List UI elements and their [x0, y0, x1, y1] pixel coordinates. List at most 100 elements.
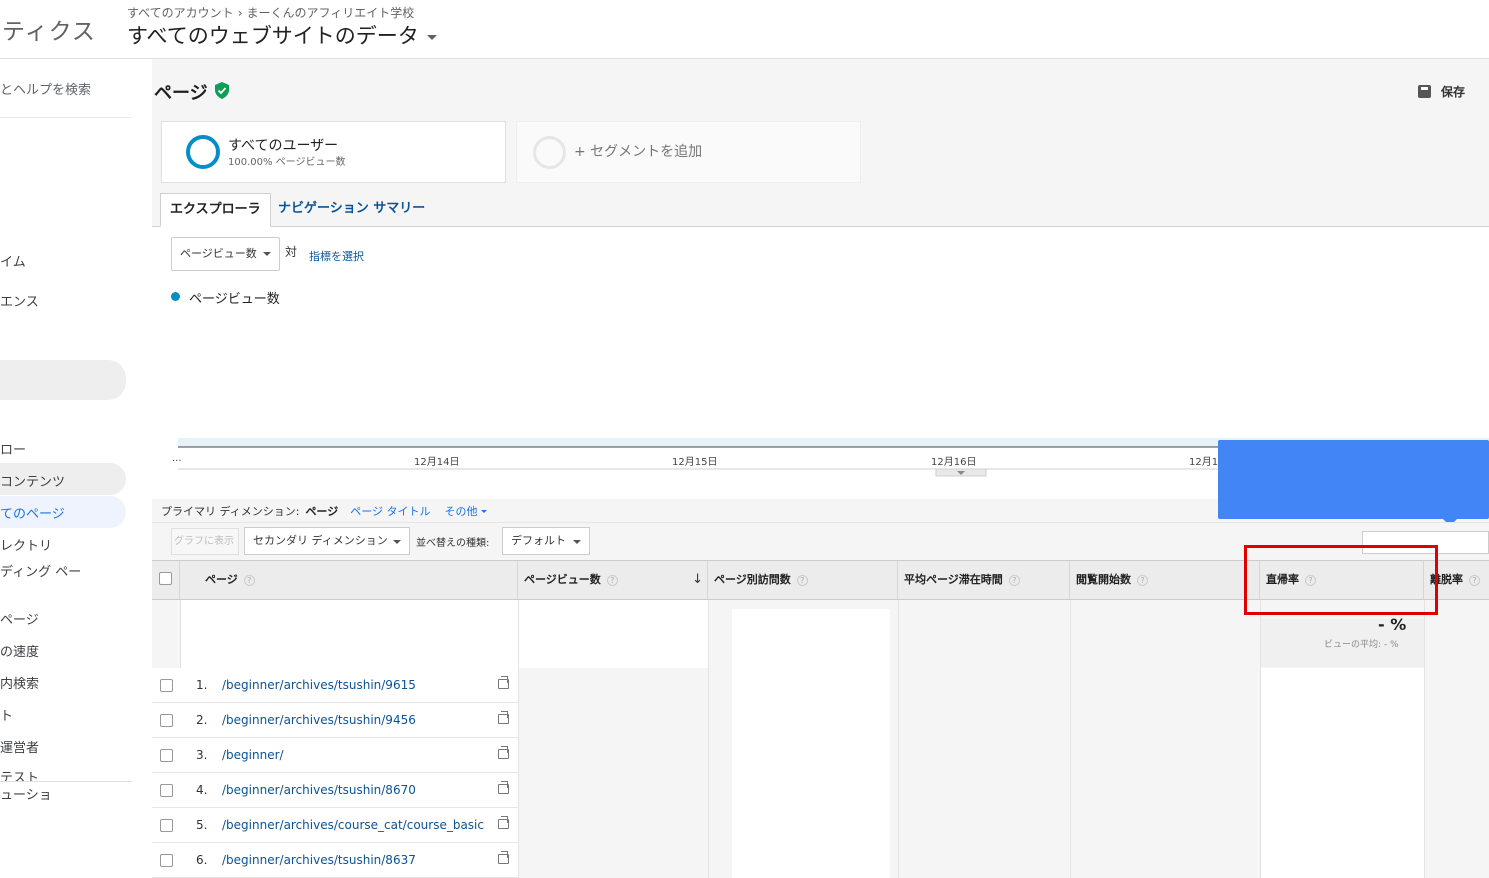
row-checkbox[interactable] — [160, 749, 173, 762]
breadcrumb-account[interactable]: すべてのアカウント — [127, 6, 234, 20]
table-row[interactable]: 1. /beginner/archives/tsushin/9615 — [152, 668, 518, 703]
chevron-down-icon — [573, 540, 581, 544]
table-search-input[interactable] — [1362, 531, 1489, 554]
row-page-link[interactable]: /beginner/archives/tsushin/8637 — [222, 853, 416, 867]
dimension-other-link[interactable]: その他 — [445, 505, 487, 518]
col-divider — [1070, 600, 1071, 878]
add-segment-button[interactable]: + セグメントを追加 — [516, 121, 861, 183]
sidebar-item-audience[interactable]: エンス — [0, 291, 39, 310]
primary-dimension-label: プライマリ ディメンション: — [161, 505, 300, 518]
sidebar-item-publisher[interactable]: 運営者 — [0, 737, 39, 756]
help-icon[interactable]: ? — [1137, 575, 1148, 586]
sidebar-item-exit-pages[interactable]: ページ — [0, 609, 39, 628]
sidebar-item-all-pages[interactable]: てのページ — [0, 503, 65, 522]
help-icon[interactable]: ? — [1008, 575, 1020, 586]
x-axis-tick-label: ... — [172, 453, 182, 464]
sidebar-pill-behavior[interactable] — [0, 360, 126, 400]
table-row[interactable]: 6. /beginner/archives/tsushin/8637 — [152, 843, 518, 878]
primary-dimension-current: ページ — [305, 505, 339, 518]
save-button[interactable]: 保存 — [1418, 83, 1465, 100]
x-axis-tick-label: 12月1 — [1189, 457, 1219, 468]
sidebar-item-experiments[interactable]: テスト — [0, 767, 39, 781]
x-axis-tick-label: 12月16日 — [931, 457, 977, 468]
sidebar-divider — [0, 117, 132, 118]
bounce-rate-column — [1260, 668, 1424, 878]
row-index: 1. — [196, 678, 208, 692]
select-all-cell[interactable] — [152, 561, 180, 599]
row-page-link[interactable]: /beginner/archives/tsushin/8670 — [222, 783, 416, 797]
table-row[interactable]: 2. /beginner/archives/tsushin/9456 — [152, 703, 518, 738]
row-page-link[interactable]: /beginner/ — [222, 748, 284, 762]
col-unique-pageviews[interactable]: ページ別訪問数? — [708, 561, 898, 599]
open-external-icon[interactable] — [498, 746, 509, 759]
row-page-link[interactable]: /beginner/archives/tsushin/9615 — [222, 678, 416, 692]
row-index: 6. — [196, 853, 208, 867]
row-checkbox[interactable] — [160, 854, 173, 867]
bounce-rate-summary: - % — [1378, 615, 1407, 634]
sort-type-label: 並べ替えの種類: — [416, 538, 490, 549]
sidebar-item-realtime[interactable]: イム — [0, 251, 26, 270]
col-divider — [1424, 600, 1425, 878]
col-avg-time[interactable]: 平均ページ滞在時間? — [898, 561, 1070, 599]
open-external-icon[interactable] — [498, 711, 509, 724]
row-index: 3. — [196, 748, 208, 762]
help-icon[interactable]: ? — [796, 575, 808, 586]
app-name: ティクス — [2, 19, 96, 45]
sort-type-value: デフォルト — [511, 534, 566, 547]
breadcrumb[interactable]: すべてのアカウント › まーくんのアフィリエイト学校 — [127, 4, 414, 21]
row-checkbox[interactable] — [160, 819, 173, 832]
secondary-dimension-label: セカンダリ ディメンション — [253, 534, 388, 547]
row-page-link[interactable]: /beginner/archives/tsushin/9456 — [222, 713, 416, 727]
sidebar-item-site-content[interactable]: コンテンツ — [0, 471, 65, 490]
segment-name: すべてのユーザー — [228, 138, 339, 154]
sort-type-select[interactable]: デフォルト — [502, 527, 590, 555]
sidebar-item-events[interactable]: ト — [0, 705, 13, 724]
col-entrances[interactable]: 閲覧開始数? — [1070, 561, 1260, 599]
report-main: ページ 保存 すべてのユーザー 100.00% ページビュー数 + セグメントを… — [152, 59, 1489, 878]
plot-rows-button[interactable]: グラフに表示 — [171, 528, 239, 555]
row-checkbox[interactable] — [160, 714, 173, 727]
page-title: ページ — [154, 83, 208, 104]
help-icon[interactable]: ? — [606, 575, 618, 586]
col-bounce-rate[interactable]: 直帰率? — [1260, 561, 1424, 599]
sidebar-item-site-search[interactable]: 内検索 — [0, 673, 39, 692]
col-exit-rate[interactable]: 離脱率? — [1424, 561, 1489, 599]
col-page[interactable]: ページ? — [180, 561, 518, 599]
sidebar-item-conversions[interactable]: ューショ — [0, 784, 52, 803]
tab-navigation-summary[interactable]: ナビゲーション サマリー — [269, 193, 434, 227]
add-segment-label: + セグメントを追加 — [574, 144, 703, 160]
pageviews-summary-cell — [518, 600, 708, 668]
open-external-icon[interactable] — [498, 781, 509, 794]
open-external-icon[interactable] — [498, 676, 509, 689]
open-external-icon[interactable] — [498, 851, 509, 864]
sidebar-item-behavior-flow[interactable]: ロー — [0, 439, 26, 458]
sidebar-item-landing-pages[interactable]: ディング ペー — [0, 561, 81, 580]
dimension-page-title-link[interactable]: ページ タイトル — [350, 505, 430, 518]
segment-all-users[interactable]: すべてのユーザー 100.00% ページビュー数 — [161, 121, 506, 183]
table-row[interactable]: 5. /beginner/archives/course_cat/course_… — [152, 808, 518, 843]
secondary-dimension-select[interactable]: セカンダリ ディメンション — [244, 527, 410, 555]
row-checkbox[interactable] — [160, 679, 173, 692]
table-row[interactable]: 4. /beginner/archives/tsushin/8670 — [152, 773, 518, 808]
sidebar-item-site-speed[interactable]: の速度 — [0, 641, 39, 660]
help-icon[interactable]: ? — [1305, 575, 1316, 586]
select-all-checkbox[interactable] — [159, 572, 172, 585]
x-axis-tick-label: 12月14日 — [414, 457, 460, 468]
sidebar-item-content-drilldown[interactable]: レクトリ — [0, 535, 52, 554]
tab-explorer[interactable]: エクスプローラ — [160, 193, 271, 227]
table-row[interactable]: 3. /beginner/ — [152, 738, 518, 773]
sidebar-search-help[interactable]: とヘルプを検索 — [0, 79, 91, 98]
view-selector[interactable]: すべてのウェブサイトのデータ — [127, 20, 437, 50]
col-divider — [898, 600, 899, 878]
segment-share: 100.00% ページビュー数 — [228, 157, 346, 168]
onboarding-tooltip[interactable] — [1218, 440, 1489, 526]
breadcrumb-property[interactable]: まーくんのアフィリエイト学校 — [247, 6, 415, 20]
row-page-link[interactable]: /beginner/archives/course_cat/course_bas… — [222, 818, 484, 832]
open-external-icon[interactable] — [498, 816, 509, 829]
primary-dimension-bar: プライマリ ディメンション: ページ ページ タイトル その他 — [161, 503, 501, 519]
row-checkbox[interactable] — [160, 784, 173, 797]
help-icon[interactable]: ? — [243, 575, 255, 586]
col-pageviews[interactable]: ページビュー数? ↓ — [518, 561, 708, 599]
help-icon[interactable]: ? — [1469, 575, 1480, 586]
view-name: すべてのウェブサイトのデータ — [127, 24, 419, 48]
